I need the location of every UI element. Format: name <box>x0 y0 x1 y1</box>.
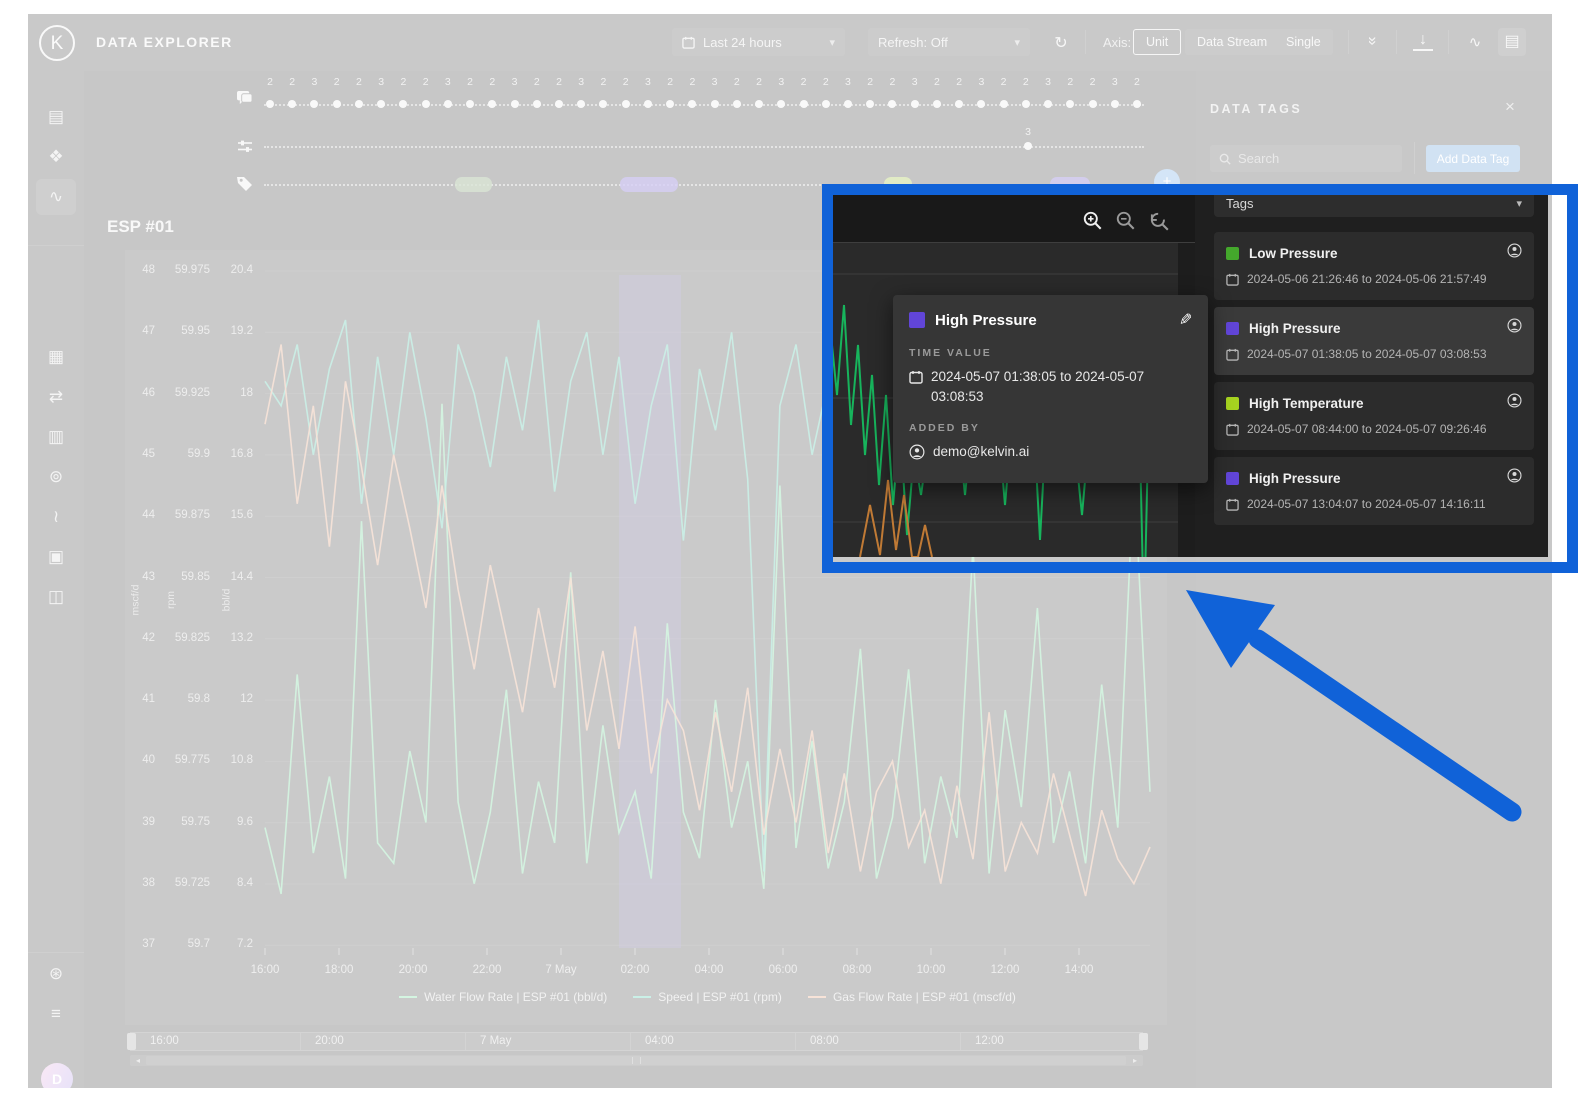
annotation-highlight-rect <box>822 184 1578 573</box>
